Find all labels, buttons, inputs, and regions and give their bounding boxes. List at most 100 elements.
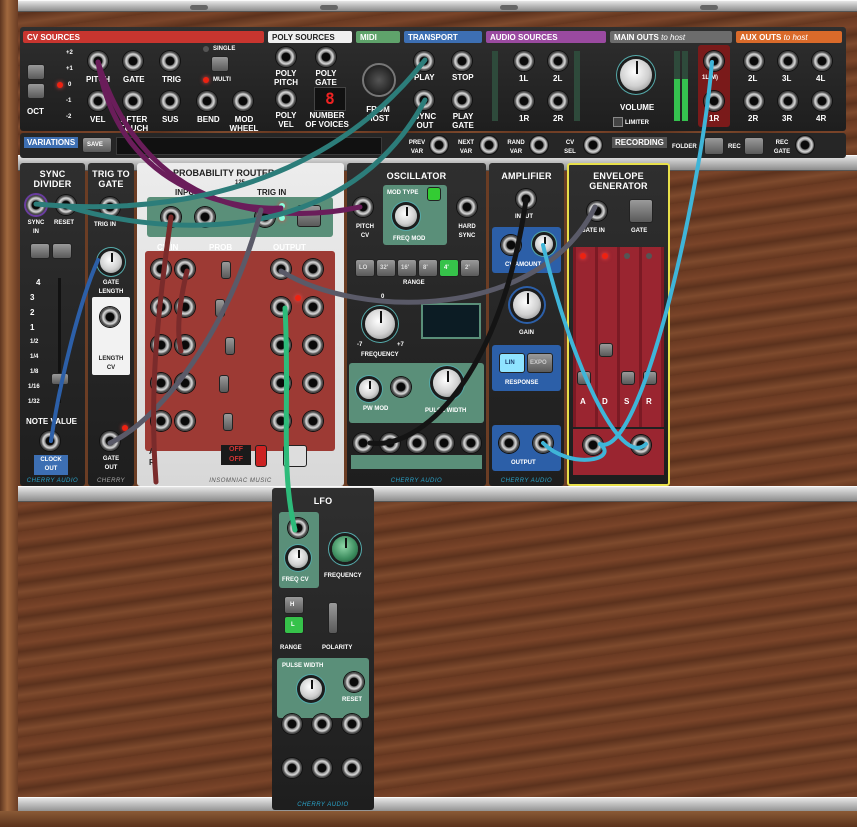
clock-out-jack[interactable] bbox=[40, 431, 60, 451]
env-output-jack[interactable] bbox=[583, 435, 603, 455]
aux-4r-jack[interactable] bbox=[812, 91, 832, 111]
attack-slider[interactable] bbox=[577, 371, 591, 385]
division-slider[interactable] bbox=[51, 373, 69, 385]
expo-button[interactable]: EXPO bbox=[527, 353, 553, 373]
lfo-freq-cv-knob[interactable] bbox=[288, 548, 308, 568]
poly-gate-jack[interactable] bbox=[316, 47, 336, 67]
save-button[interactable]: SAVE bbox=[82, 137, 112, 153]
audio-1r-jack[interactable] bbox=[514, 91, 534, 111]
rec-button[interactable] bbox=[744, 137, 764, 155]
frequency-knob[interactable] bbox=[365, 309, 395, 339]
router-cv-jack[interactable] bbox=[151, 373, 171, 393]
bend-jack[interactable] bbox=[197, 91, 217, 111]
aux-2l-jack[interactable] bbox=[744, 51, 764, 71]
gate-length-knob[interactable] bbox=[100, 251, 122, 273]
mod-type-button[interactable] bbox=[427, 187, 441, 201]
osc-out-sine-jack[interactable] bbox=[434, 433, 454, 453]
next-var-jack[interactable] bbox=[480, 136, 498, 154]
router-output-jack[interactable] bbox=[271, 373, 291, 393]
cv-sel-jack[interactable] bbox=[584, 136, 602, 154]
prob-slider[interactable] bbox=[225, 337, 235, 355]
amp-output-minus-jack[interactable] bbox=[499, 433, 519, 453]
main-1r-jack[interactable] bbox=[704, 91, 724, 111]
lfo-frequency-knob[interactable] bbox=[332, 536, 358, 562]
note-type-button[interactable] bbox=[30, 243, 50, 259]
router-output-jack[interactable] bbox=[303, 259, 323, 279]
reset-jack[interactable] bbox=[56, 195, 76, 215]
pw-mod-knob[interactable] bbox=[359, 379, 379, 399]
lin-button[interactable]: LIN bbox=[499, 353, 525, 373]
range-button[interactable]: LO bbox=[355, 259, 375, 277]
audio-2r-jack[interactable] bbox=[548, 91, 568, 111]
hard-sync-jack[interactable] bbox=[457, 197, 477, 217]
main-1l-jack[interactable] bbox=[704, 51, 724, 71]
sync-out-jack[interactable] bbox=[414, 90, 434, 110]
lfo-out-jack[interactable] bbox=[342, 714, 362, 734]
lfo-freq-cv-jack[interactable] bbox=[288, 518, 308, 538]
router-output-jack[interactable] bbox=[271, 411, 291, 431]
osc-out-pulse-jack[interactable] bbox=[407, 433, 427, 453]
router-output-jack[interactable] bbox=[271, 297, 291, 317]
octave-down-button[interactable] bbox=[27, 83, 45, 99]
prev-var-jack[interactable] bbox=[430, 136, 448, 154]
poly-velocity-jack[interactable] bbox=[276, 89, 296, 109]
amp-cv-jack[interactable] bbox=[501, 235, 521, 255]
aux-2r-jack[interactable] bbox=[744, 91, 764, 111]
sync-in-jack[interactable] bbox=[26, 195, 46, 215]
router-output-jack[interactable] bbox=[303, 297, 323, 317]
gain-knob[interactable] bbox=[513, 291, 541, 319]
trig-in-jack[interactable] bbox=[100, 197, 120, 217]
env-gate-button[interactable] bbox=[629, 199, 653, 223]
router-output-jack[interactable] bbox=[271, 335, 291, 355]
env-gate-in-jack[interactable] bbox=[587, 201, 607, 221]
router-output-jack[interactable] bbox=[271, 259, 291, 279]
play-gate-jack[interactable] bbox=[452, 90, 472, 110]
router-cv-jack[interactable] bbox=[175, 373, 195, 393]
trig-jack[interactable] bbox=[160, 51, 180, 71]
router-cv-jack[interactable] bbox=[151, 335, 171, 355]
aux-3r-jack[interactable] bbox=[778, 91, 798, 111]
router-aux-button[interactable] bbox=[283, 445, 307, 467]
amp-input-jack[interactable] bbox=[516, 189, 536, 209]
lfo-pulse-width-knob[interactable] bbox=[300, 678, 322, 700]
poly-pitch-jack[interactable] bbox=[276, 47, 296, 67]
lfo-reset-jack[interactable] bbox=[344, 672, 364, 692]
prob-slider[interactable] bbox=[221, 261, 231, 279]
limiter-checkbox[interactable] bbox=[613, 117, 623, 127]
lfo-out-jack[interactable] bbox=[342, 758, 362, 778]
range-button[interactable]: 16' bbox=[397, 259, 417, 277]
voice-mode-button[interactable] bbox=[211, 56, 229, 72]
osc-out-ramp-jack[interactable] bbox=[380, 433, 400, 453]
cv-amount-knob[interactable] bbox=[535, 235, 553, 253]
osc-out-triangle-jack[interactable] bbox=[461, 433, 481, 453]
router-input-jack[interactable] bbox=[195, 207, 215, 227]
prob-slider[interactable] bbox=[215, 299, 225, 317]
aux-4l-jack[interactable] bbox=[812, 51, 832, 71]
variation-name-field[interactable] bbox=[116, 137, 382, 155]
audio-2l-jack[interactable] bbox=[548, 51, 568, 71]
router-input-jack[interactable] bbox=[161, 207, 181, 227]
mod-wheel-jack[interactable] bbox=[233, 91, 253, 111]
velocity-jack[interactable] bbox=[88, 91, 108, 111]
decay-slider[interactable] bbox=[599, 343, 613, 357]
freq-mod-knob[interactable] bbox=[395, 205, 417, 227]
prob-slider[interactable] bbox=[219, 375, 229, 393]
range-button[interactable]: 32' bbox=[376, 259, 396, 277]
router-cv-jack[interactable] bbox=[151, 259, 171, 279]
env-output-inverted-jack[interactable] bbox=[631, 435, 651, 455]
router-cv-jack[interactable] bbox=[175, 335, 195, 355]
folder-button[interactable] bbox=[704, 137, 724, 155]
sustain-jack[interactable] bbox=[160, 91, 180, 111]
router-cv-jack[interactable] bbox=[151, 411, 171, 431]
volume-knob[interactable] bbox=[620, 59, 652, 91]
pitch-jack[interactable] bbox=[88, 51, 108, 71]
pitch-cv-jack[interactable] bbox=[353, 197, 373, 217]
router-trig-in-jack[interactable] bbox=[255, 207, 275, 227]
lfo-out-jack[interactable] bbox=[312, 758, 332, 778]
range-button-active[interactable]: 4' bbox=[439, 259, 459, 277]
lfo-out-jack[interactable] bbox=[282, 758, 302, 778]
router-led-button[interactable] bbox=[255, 445, 267, 467]
audio-1l-jack[interactable] bbox=[514, 51, 534, 71]
stop-jack[interactable] bbox=[452, 51, 472, 71]
aux-3l-jack[interactable] bbox=[778, 51, 798, 71]
